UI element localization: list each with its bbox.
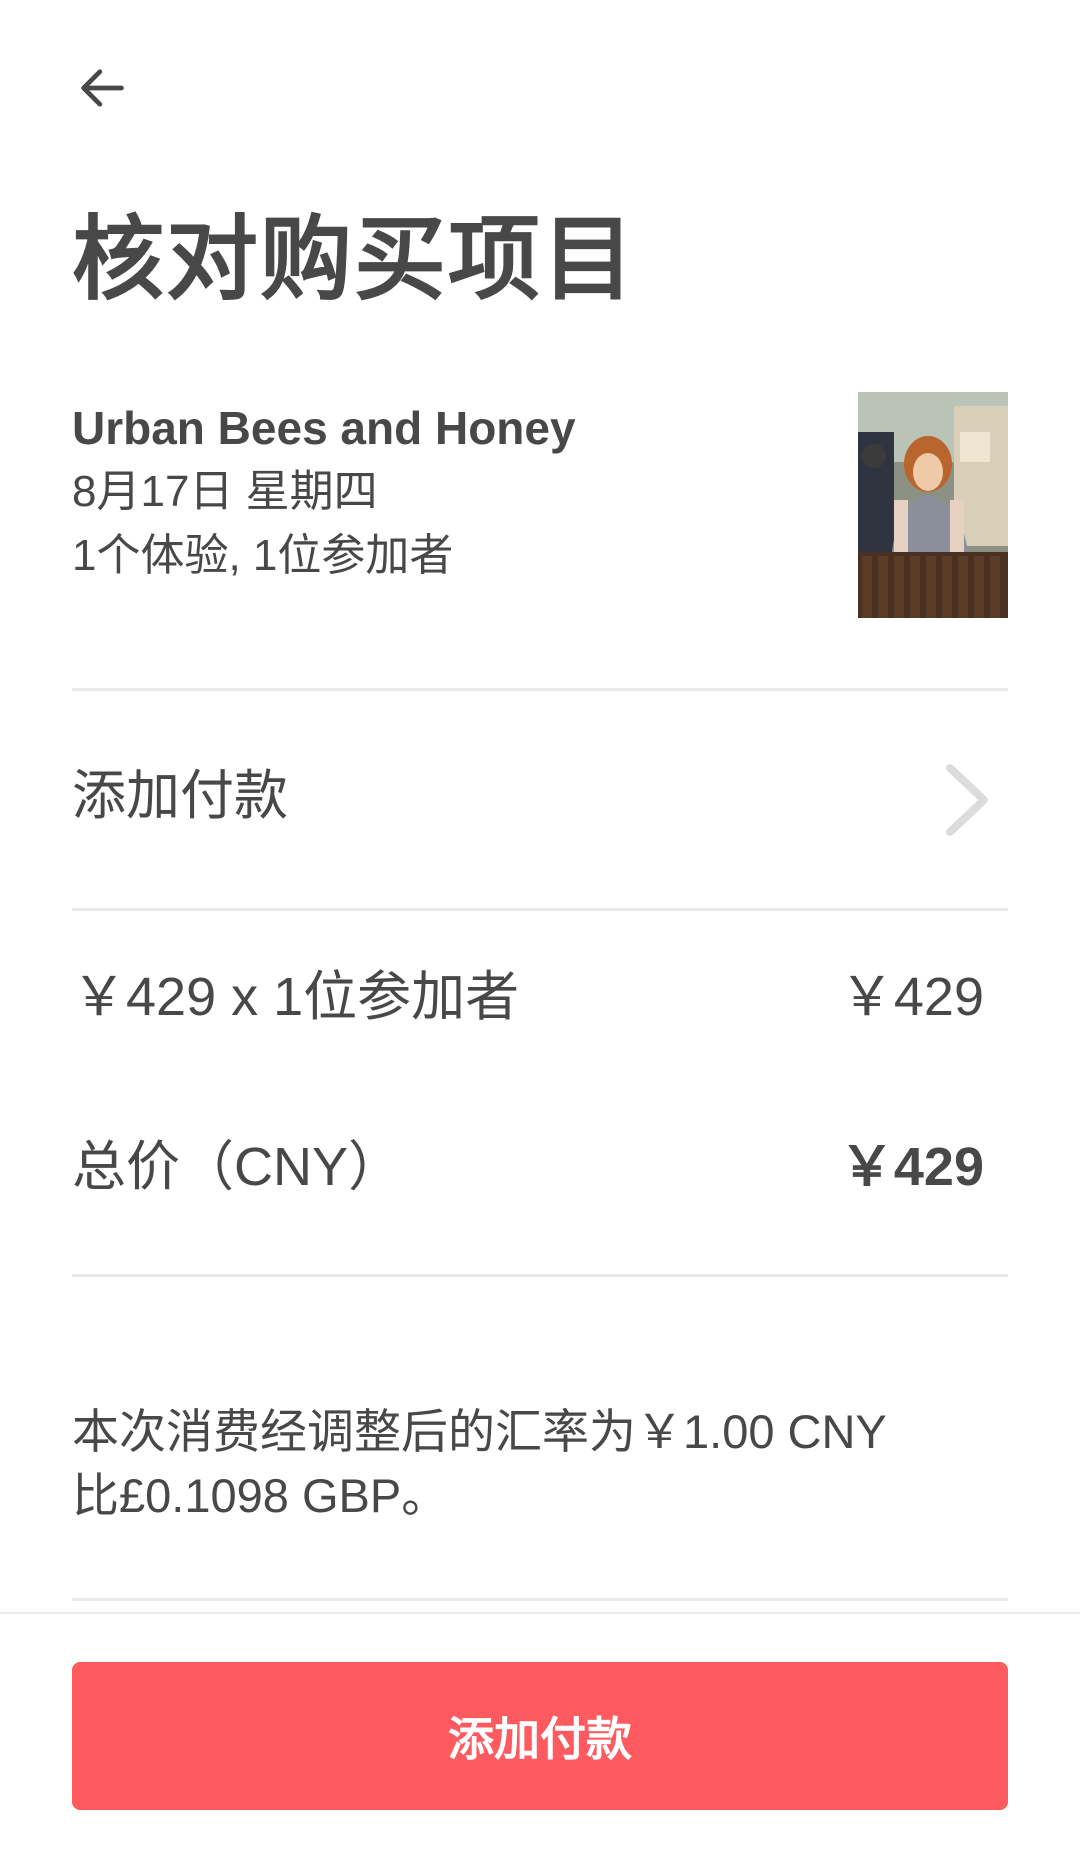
divider <box>72 1598 1008 1601</box>
listing-name: Urban Bees and Honey <box>72 402 576 454</box>
total-amount: ￥429 <box>839 1137 984 1197</box>
add-payment-button[interactable]: 添加付款 <box>72 1662 1008 1810</box>
footer-divider <box>0 1612 1080 1614</box>
back-button[interactable] <box>66 52 138 124</box>
price-line-row: ￥429 x 1位参加者 ￥429 <box>72 952 984 1042</box>
total-label: 总价（CNY） <box>72 1137 403 1197</box>
exchange-rate-note: 本次消费经调整后的汇率为￥1.00 CNY 比£0.1098 GBP。 <box>72 1400 1008 1528</box>
total-row: 总价（CNY） ￥429 <box>72 1122 984 1212</box>
chevron-right-icon <box>946 764 988 836</box>
listing-summary: Urban Bees and Honey 8月17日 星期四 1个体验, 1位参… <box>72 392 1008 626</box>
divider <box>72 688 1008 691</box>
listing-photo <box>858 392 1008 618</box>
divider <box>72 908 1008 911</box>
divider <box>72 1274 1008 1277</box>
host-photo <box>858 392 1008 618</box>
price-line-label: ￥429 x 1位参加者 <box>72 967 520 1027</box>
add-payment-label: 添加付款 <box>72 766 288 826</box>
price-line-amount: ￥429 <box>839 967 984 1027</box>
exchange-rate-line-2: 比£0.1098 GBP。 <box>72 1469 449 1522</box>
arrow-left-icon <box>81 69 124 107</box>
listing-guests: 1个体验, 1位参加者 <box>72 531 454 580</box>
page-title: 核对购买项目 <box>72 209 637 311</box>
add-payment-row[interactable]: 添加付款 <box>72 692 1008 912</box>
exchange-rate-line-1: 本次消费经调整后的汇率为￥1.00 CNY <box>72 1405 887 1458</box>
listing-date: 8月17日 星期四 <box>72 467 378 516</box>
